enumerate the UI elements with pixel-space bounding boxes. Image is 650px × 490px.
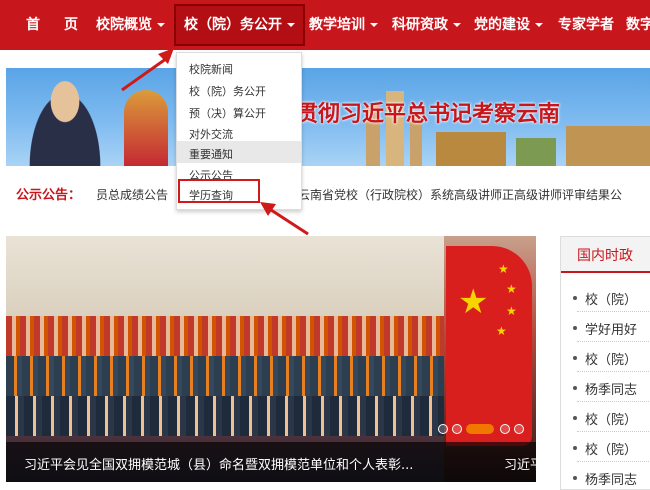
chevron-down-icon bbox=[453, 23, 461, 27]
main-nav: 首 页 校院概览 校（院）务公开 教学培训 科研资政 党的建设 专家学者 数字 bbox=[0, 0, 650, 50]
chevron-down-icon bbox=[157, 23, 165, 27]
divider bbox=[577, 341, 650, 342]
slider-dot[interactable] bbox=[500, 424, 510, 434]
nav-item-home-2[interactable]: 页 bbox=[64, 0, 78, 50]
banner-trees bbox=[516, 138, 556, 166]
slider-dot[interactable] bbox=[452, 424, 462, 434]
slider-dot[interactable] bbox=[514, 424, 524, 434]
nav-item-home-1[interactable]: 首 bbox=[26, 0, 40, 50]
news-list-item[interactable]: 校（院） bbox=[572, 289, 637, 308]
slide-caption[interactable]: 习近平会见全国双拥模范城（县）命名暨双拥模范单位和个人表彰... bbox=[24, 454, 413, 473]
crowd-row bbox=[6, 316, 444, 356]
banner-building bbox=[566, 126, 650, 166]
panel-title[interactable]: 国内时政 bbox=[577, 245, 633, 265]
star-icon: ★ bbox=[506, 304, 517, 318]
news-list-item[interactable]: 校（院） bbox=[572, 439, 637, 458]
star-icon: ★ bbox=[496, 324, 507, 338]
divider bbox=[577, 371, 650, 372]
divider bbox=[577, 401, 650, 402]
nav-label: 党的建设 bbox=[474, 17, 530, 33]
nav-label: 校院概览 bbox=[96, 17, 152, 33]
chevron-down-icon bbox=[287, 23, 295, 27]
nav-item-research[interactable]: 科研资政 bbox=[392, 0, 461, 50]
star-icon: ★ bbox=[498, 262, 509, 276]
domestic-news-panel: 国内时政 校（院） 学好用好 校（院） 杨季同志 校（院） 校（院） 杨季同志 bbox=[560, 236, 650, 490]
news-list-item[interactable]: 校（院） bbox=[572, 349, 637, 368]
panel-header: 国内时政 bbox=[561, 237, 650, 273]
nav-label: 教学培训 bbox=[309, 17, 365, 33]
nav-label: 首 bbox=[26, 17, 40, 33]
notice-label: 公示公告： bbox=[16, 188, 82, 203]
nav-item-experts[interactable]: 专家学者 bbox=[558, 0, 614, 50]
notice-item[interactable]: 员总成绩公告 bbox=[96, 186, 168, 203]
nav-item-party-building[interactable]: 党的建设 bbox=[474, 0, 543, 50]
banner-title: 贯彻习近平总书记考察云南 bbox=[296, 102, 561, 127]
nav-item-affairs-public[interactable]: 校（院）务公开 bbox=[174, 4, 305, 46]
banner-flag-decoration bbox=[124, 90, 168, 166]
slide-caption-next[interactable]: 习近平 bbox=[504, 454, 536, 473]
slide-caption-bar: 习近平会见全国双拥模范城（县）命名暨双拥模范单位和个人表彰... 习近平 bbox=[6, 442, 536, 482]
nav-label: 校（院）务公开 bbox=[184, 17, 282, 33]
dropdown-item-affairs-public[interactable]: 校（院）务公开 bbox=[189, 83, 266, 99]
chevron-down-icon bbox=[535, 23, 543, 27]
dropdown-item-budget-public[interactable]: 预（决）算公开 bbox=[189, 105, 266, 121]
dropdown-item-exchange[interactable]: 对外交流 bbox=[189, 126, 233, 142]
nav-item-digital[interactable]: 数字 bbox=[626, 0, 650, 50]
divider bbox=[577, 311, 650, 312]
nav-label: 科研资政 bbox=[392, 17, 448, 33]
news-list-item[interactable]: 杨季同志 bbox=[572, 469, 637, 488]
divider bbox=[577, 431, 650, 432]
flag-image: ★ ★ ★ ★ ★ bbox=[446, 246, 532, 446]
banner-temple bbox=[436, 132, 506, 166]
dropdown-item-news[interactable]: 校院新闻 bbox=[189, 61, 233, 77]
banner-portrait bbox=[20, 74, 110, 166]
slider-dot[interactable] bbox=[438, 424, 448, 434]
nav-label: 页 bbox=[64, 17, 78, 33]
divider bbox=[577, 461, 650, 462]
star-icon: ★ bbox=[506, 282, 517, 296]
notice-item[interactable]: 云南省党校（行政院校）系统高级讲师正高级讲师评审结果公 bbox=[298, 186, 622, 203]
nav-item-teaching[interactable]: 教学培训 bbox=[309, 0, 378, 50]
news-slider[interactable]: ★ ★ ★ ★ ★ 习近平会见全国双拥模范城（县）命名暨双拥模范单位和个人表彰.… bbox=[6, 236, 536, 482]
news-list-item[interactable]: 学好用好 bbox=[572, 319, 637, 338]
nav-label: 数字 bbox=[626, 17, 650, 33]
top-banner: 贯彻习近平总书记考察云南 bbox=[6, 68, 650, 166]
star-icon: ★ bbox=[458, 282, 489, 322]
crowd-row bbox=[6, 396, 444, 436]
news-list-item[interactable]: 校（院） bbox=[572, 409, 637, 428]
degree-query-highlight-box bbox=[178, 179, 260, 203]
crowd-row bbox=[6, 356, 444, 396]
chevron-down-icon bbox=[370, 23, 378, 27]
nav-label: 专家学者 bbox=[558, 17, 614, 33]
slider-dot-active[interactable] bbox=[466, 424, 494, 434]
nav-item-overview[interactable]: 校院概览 bbox=[96, 0, 165, 50]
news-list-item[interactable]: 杨季同志 bbox=[572, 379, 637, 398]
notice-bar: 公示公告： 员总成绩公告 云南省党校（行政院校）系统高级讲师正高级讲师评审结果公 bbox=[6, 180, 650, 208]
dropdown-item-notices[interactable]: 重要通知 bbox=[189, 146, 233, 162]
